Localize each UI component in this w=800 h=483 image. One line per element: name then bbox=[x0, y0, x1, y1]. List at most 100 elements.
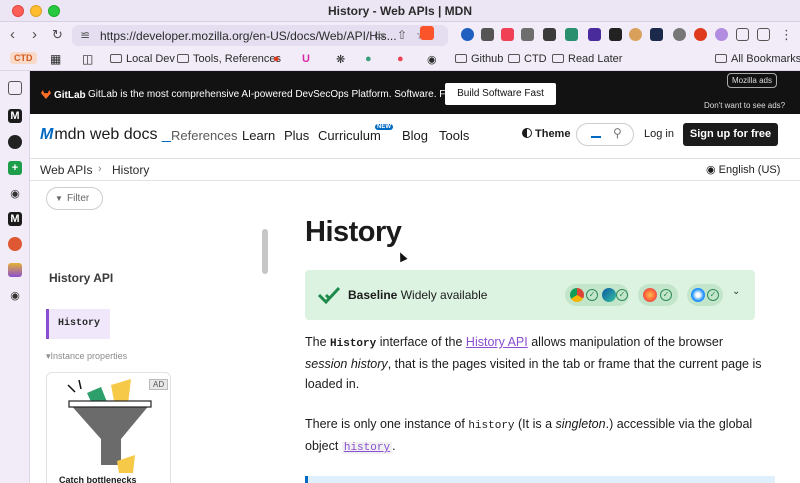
login-link[interactable]: Log in bbox=[644, 128, 674, 140]
browser-side-panel: M + ◉ M ◉ bbox=[0, 71, 30, 483]
bookmark-site-icon[interactable]: U bbox=[302, 53, 310, 65]
mouse-pointer bbox=[396, 250, 408, 263]
new-badge: NEW bbox=[375, 124, 393, 130]
nav-blog[interactable]: Blog bbox=[402, 128, 428, 143]
apps-grid-icon[interactable]: ▦ bbox=[50, 52, 61, 66]
chevron-down-icon[interactable]: ⌄ bbox=[732, 286, 740, 297]
extension-icon[interactable] bbox=[565, 28, 578, 41]
extension-icon[interactable] bbox=[609, 28, 622, 41]
react-devtools-icon[interactable] bbox=[650, 28, 663, 41]
ad-cta-button[interactable]: Build Software Fast bbox=[445, 83, 556, 105]
cast-icon[interactable]: ▭ bbox=[374, 28, 385, 42]
qr-extension-icon[interactable] bbox=[543, 28, 556, 41]
dont-want-ads-link[interactable]: Don't want to see ads? bbox=[704, 101, 785, 110]
bookmark-local-dev[interactable]: Local Dev bbox=[110, 53, 175, 65]
duckduckgo-icon[interactable] bbox=[8, 237, 22, 251]
folder-icon bbox=[552, 54, 564, 63]
history-api-link[interactable]: History API bbox=[466, 335, 528, 349]
language-selector[interactable]: ◉ English (US) bbox=[706, 163, 780, 176]
puzzle-extensions-icon[interactable] bbox=[736, 28, 749, 41]
menu-icon[interactable]: ⋮ bbox=[780, 27, 793, 43]
bookmark-all-bookmarks[interactable]: All Bookmarks bbox=[715, 53, 800, 65]
folder-icon bbox=[715, 54, 727, 63]
vite-icon[interactable] bbox=[8, 263, 22, 277]
globe-icon[interactable]: ◉ bbox=[8, 289, 22, 303]
theme-toggle[interactable]: Theme bbox=[522, 128, 570, 140]
sidebar-section-instance-properties[interactable]: ▾Instance properties bbox=[46, 351, 127, 362]
nav-references[interactable]: References bbox=[171, 128, 237, 143]
sidebar-scrollbar[interactable] bbox=[262, 229, 268, 274]
signup-button[interactable]: Sign up for free bbox=[683, 123, 778, 146]
search-icon[interactable]: ⚲ bbox=[613, 126, 622, 140]
extension-icon[interactable] bbox=[588, 28, 601, 41]
bookmarks-bar: CTD ▦ ◫ Local Dev Tools, References ● U … bbox=[0, 49, 800, 71]
sidebar-filter-input[interactable]: ▼ Filter bbox=[46, 187, 103, 210]
github-icon[interactable] bbox=[8, 135, 22, 149]
history-code: History bbox=[330, 338, 377, 350]
mdn-site-icon[interactable]: M bbox=[8, 212, 22, 226]
nav-plus[interactable]: Plus bbox=[284, 128, 309, 143]
brave-shield-icon[interactable] bbox=[420, 26, 434, 40]
folder-icon bbox=[455, 54, 467, 63]
mdn-header: Mmdn web docs _ References Learn Plus Cu… bbox=[30, 114, 800, 159]
sidebar-toggle-icon[interactable] bbox=[757, 28, 770, 41]
url-text[interactable]: https://developer.mozilla.org/en-US/docs… bbox=[100, 29, 397, 43]
baseline-banner[interactable]: Baseline Widely available ✓ ✓ ✓ ✓ ⌄ bbox=[305, 270, 755, 320]
extension-icon[interactable] bbox=[521, 28, 534, 41]
bookmark-tools-references[interactable]: Tools, References bbox=[177, 53, 281, 65]
bookmark-ctd[interactable]: CTD bbox=[508, 53, 547, 65]
bookmark-site-icon[interactable]: ● bbox=[273, 53, 280, 65]
ctd-bookmark[interactable]: CTD bbox=[10, 52, 37, 64]
bookmark-site-icon[interactable]: ❋ bbox=[336, 53, 345, 66]
globe-icon[interactable]: ◉ bbox=[8, 187, 22, 201]
share-icon[interactable]: ⇧ bbox=[397, 28, 407, 42]
extension-icon[interactable] bbox=[481, 28, 494, 41]
sidebar-ad[interactable]: AD Catch bottlenecks bbox=[46, 372, 171, 483]
site-info-icon[interactable]: ≌ bbox=[80, 28, 90, 42]
extension-icon[interactable] bbox=[694, 28, 707, 41]
breadcrumb: Web APIs › History ◉ English (US) bbox=[30, 159, 800, 181]
folder-icon bbox=[177, 54, 189, 63]
bookmark-site-icon[interactable]: ● bbox=[365, 53, 372, 65]
text-cursor bbox=[591, 136, 601, 138]
reload-icon[interactable]: ↻ bbox=[52, 27, 63, 43]
ad-text: GitLab is the most comprehensive AI-powe… bbox=[88, 89, 470, 100]
sidebar-panel-icon[interactable] bbox=[8, 81, 22, 95]
sidebar-item-history[interactable]: History bbox=[46, 309, 110, 339]
cookie-extension-icon[interactable] bbox=[629, 28, 642, 41]
mdn-site-icon[interactable]: M bbox=[8, 109, 22, 123]
extension-icon[interactable] bbox=[673, 28, 686, 41]
password-manager-extension-icon[interactable] bbox=[461, 28, 474, 41]
nav-curriculum[interactable]: Curriculum bbox=[318, 128, 381, 143]
firefox-icon bbox=[643, 288, 657, 302]
sheets-icon[interactable]: + bbox=[8, 161, 22, 175]
bookmark-read-later[interactable]: Read Later bbox=[552, 53, 622, 65]
address-bar[interactable]: ≌ https://developer.mozilla.org/en-US/do… bbox=[72, 25, 448, 46]
breadcrumb-history[interactable]: History bbox=[112, 163, 149, 177]
sidebar-heading[interactable]: History API bbox=[49, 271, 113, 285]
bookmark-pocket-icon[interactable]: ● bbox=[397, 53, 404, 65]
logo-underscore: _ bbox=[157, 126, 171, 143]
back-icon[interactable]: ‹ bbox=[10, 27, 15, 43]
check-icon: ✓ bbox=[707, 289, 719, 301]
browser-support-safari: ✓ bbox=[687, 284, 723, 306]
chevron-right-icon: › bbox=[98, 163, 102, 175]
mdn-logo[interactable]: Mmdn web docs _ bbox=[40, 126, 171, 144]
reading-list-icon[interactable]: ◫ bbox=[82, 52, 93, 66]
nav-learn[interactable]: Learn bbox=[242, 128, 275, 143]
search-input[interactable]: ⚲ bbox=[576, 123, 634, 146]
nav-tools[interactable]: Tools bbox=[439, 128, 469, 143]
ad-banner[interactable]: GitLab GitLab is the most comprehensive … bbox=[30, 71, 800, 114]
pocket-extension-icon[interactable] bbox=[501, 28, 514, 41]
history-global-link[interactable]: history bbox=[341, 442, 393, 454]
extension-icon[interactable] bbox=[715, 28, 728, 41]
breadcrumb-web-apis[interactable]: Web APIs bbox=[40, 163, 92, 177]
forward-icon[interactable]: › bbox=[32, 27, 37, 43]
window-title: History - Web APIs | MDN bbox=[327, 4, 473, 18]
chrome-icon bbox=[570, 288, 584, 302]
bookmark-globe-icon[interactable]: ◉ bbox=[427, 53, 437, 66]
gitlab-logo: GitLab bbox=[41, 90, 86, 101]
bookmark-github[interactable]: Github bbox=[455, 53, 503, 65]
note-box bbox=[305, 476, 775, 483]
mozilla-ads-label[interactable]: Mozilla ads bbox=[727, 73, 777, 88]
